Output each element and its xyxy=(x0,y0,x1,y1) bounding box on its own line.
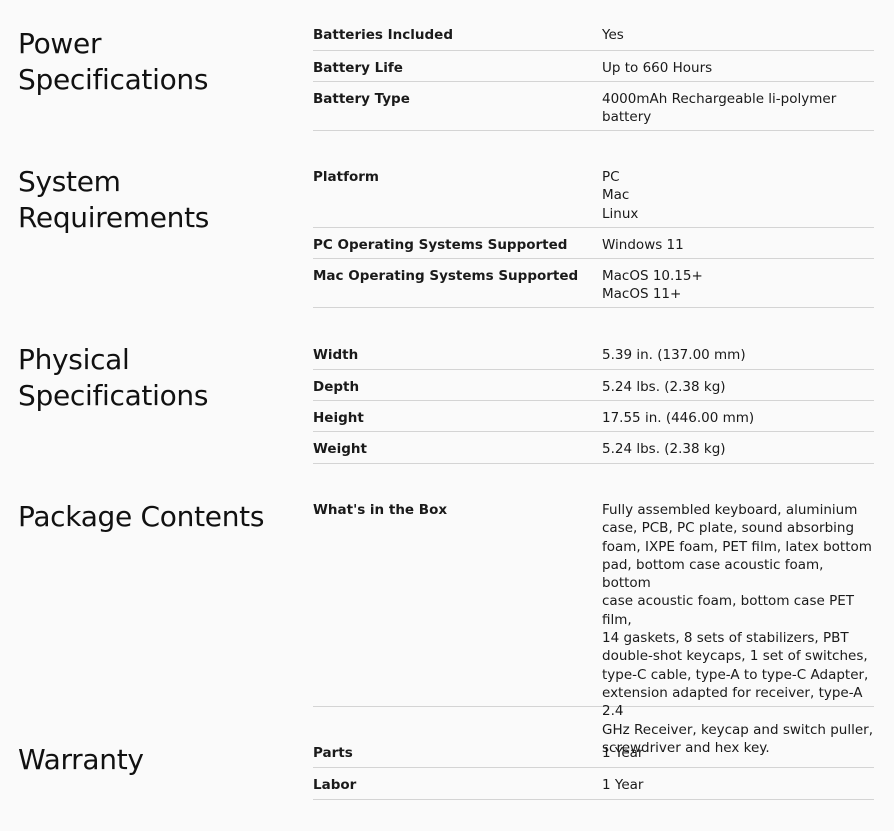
spec-value: Yes xyxy=(602,26,874,44)
spec-value-line: Windows 11 xyxy=(602,237,684,253)
section-title: Physical Specifications xyxy=(18,342,298,414)
spec-value-line: 14 gaskets, 8 sets of stabilizers, PBT xyxy=(602,630,849,647)
section-title-text: System Requirements xyxy=(18,165,210,234)
spec-value-line: extension adapted for receiver, type-A 2… xyxy=(602,684,863,720)
section-title-text: Physical Specifications xyxy=(18,343,209,412)
spec-row: Platform PC Mac Linux xyxy=(313,160,874,228)
spec-value: Fully assembled keyboard, aluminium case… xyxy=(602,501,874,756)
section-title-text: Power Specifications xyxy=(18,27,209,96)
spec-value-line: type-C cable, type-A to type-C Adapter, xyxy=(602,666,869,683)
spec-row: Mac Operating Systems Supported MacOS 10… xyxy=(313,259,874,308)
spec-row: Width 5.39 in. (137.00 mm) xyxy=(313,338,874,370)
spec-value-line: 17.55 in. (446.00 mm) xyxy=(602,410,755,426)
section-title: Package Contents xyxy=(18,499,298,535)
spec-value: Up to 660 Hours xyxy=(602,59,874,76)
spec-row: Battery Life Up to 660 Hours xyxy=(313,51,874,82)
spec-label: Battery Type xyxy=(313,91,410,107)
spec-table: Width 5.39 in. (137.00 mm) Depth 5.24 lb… xyxy=(313,338,874,464)
spec-label: Mac Operating Systems Supported xyxy=(313,268,579,284)
spec-label: Batteries Included xyxy=(313,27,453,43)
spec-value-line: Up to 660 Hours xyxy=(602,60,713,76)
spec-label: Battery Life xyxy=(313,60,403,76)
spec-label: Height xyxy=(313,410,364,426)
spec-row: Labor 1 Year xyxy=(313,768,874,800)
spec-value: 17.55 in. (446.00 mm) xyxy=(602,409,874,426)
spec-value: 5.24 lbs. (2.38 kg) xyxy=(602,378,874,395)
spec-row: Batteries Included Yes xyxy=(313,24,874,51)
spec-label: Weight xyxy=(313,441,367,457)
spec-value-line: case acoustic foam, bottom case PET film… xyxy=(602,593,855,628)
spec-value-line: MacOS 11+ xyxy=(602,286,682,303)
spec-table: Platform PC Mac Linux PC Operating Syste… xyxy=(313,160,874,308)
spec-value-line: 1 Year xyxy=(602,777,644,793)
spec-value: PC Mac Linux xyxy=(602,168,874,222)
spec-table: What's in the Box Fully assembled keyboa… xyxy=(313,493,874,756)
spec-value-line: battery xyxy=(602,109,652,126)
spec-value-line: Mac xyxy=(602,187,630,204)
spec-table: Parts 1 Year Labor 1 Year xyxy=(313,736,874,800)
section-title: Warranty xyxy=(18,742,298,778)
spec-value-line: Yes xyxy=(602,27,624,43)
spec-value-line: pad, bottom case acoustic foam, bottom xyxy=(602,556,824,592)
section-title-text: Warranty xyxy=(18,743,144,776)
spec-label: What's in the Box xyxy=(313,502,448,518)
spec-row: Height 17.55 in. (446.00 mm) xyxy=(313,401,874,432)
spec-value-line: 5.24 lbs. (2.38 kg) xyxy=(602,379,726,395)
spec-row: What's in the Box Fully assembled keyboa… xyxy=(313,493,874,756)
spec-row: Weight 5.24 lbs. (2.38 kg) xyxy=(313,432,874,464)
spec-label: Width xyxy=(313,347,359,363)
spec-label: Parts xyxy=(313,745,353,761)
spec-value-line: PC xyxy=(602,169,620,185)
spec-value-line: 1 Year xyxy=(602,745,644,761)
spec-value-line: case, PCB, PC plate, sound absorbing xyxy=(602,520,855,537)
spec-value-line: foam, IXPE foam, PET film, latex bottom xyxy=(602,538,872,555)
spec-value: 1 Year xyxy=(602,744,874,761)
spec-row: Parts 1 Year xyxy=(313,736,874,768)
spec-value-line: Linux xyxy=(602,205,639,222)
spec-label: Depth xyxy=(313,379,360,395)
spec-value-line: 4000mAh Rechargeable li-polymer xyxy=(602,91,837,107)
spec-value-line: 5.39 in. (137.00 mm) xyxy=(602,347,746,363)
spec-label: Labor xyxy=(313,777,357,793)
spec-row: Battery Type 4000mAh Rechargeable li-pol… xyxy=(313,82,874,131)
spec-value-line: MacOS 10.15+ xyxy=(602,268,703,284)
spec-value-line: Fully assembled keyboard, aluminium xyxy=(602,502,858,518)
spec-row: Depth 5.24 lbs. (2.38 kg) xyxy=(313,370,874,401)
section-title: System Requirements xyxy=(18,164,298,236)
section-title-text: Package Contents xyxy=(18,500,265,533)
spec-value: 5.24 lbs. (2.38 kg) xyxy=(602,440,874,457)
spec-value: MacOS 10.15+ MacOS 11+ xyxy=(602,267,874,303)
spec-label: PC Operating Systems Supported xyxy=(313,237,568,253)
spec-value-line: 5.24 lbs. (2.38 kg) xyxy=(602,441,726,457)
spec-value: Windows 11 xyxy=(602,236,874,253)
spec-value: 4000mAh Rechargeable li-polymer battery xyxy=(602,90,874,126)
spec-label: Platform xyxy=(313,169,379,185)
spec-table: Batteries Included Yes Battery Life Up t… xyxy=(313,24,874,131)
spec-row: PC Operating Systems Supported Windows 1… xyxy=(313,228,874,259)
spec-value-line: double-shot keycaps, 1 set of switches, xyxy=(602,648,868,665)
section-title: Power Specifications xyxy=(18,26,298,98)
spec-value: 1 Year xyxy=(602,776,874,793)
spec-value: 5.39 in. (137.00 mm) xyxy=(602,346,874,363)
